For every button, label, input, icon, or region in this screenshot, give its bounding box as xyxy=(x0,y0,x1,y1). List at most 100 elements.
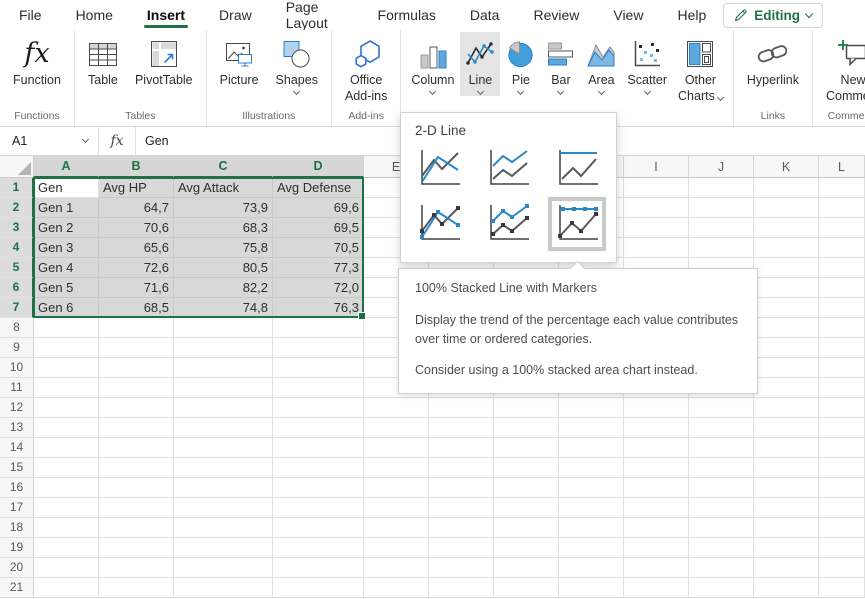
line-chart-button[interactable]: Line xyxy=(460,32,500,96)
cell-G13[interactable] xyxy=(494,418,559,438)
cell-J12[interactable] xyxy=(689,398,754,418)
cell-B4[interactable]: 65,6 xyxy=(99,238,174,258)
cell-C6[interactable]: 82,2 xyxy=(174,278,273,298)
area-chart-button[interactable]: Area xyxy=(581,32,621,96)
cell-D14[interactable] xyxy=(273,438,364,458)
cell-D15[interactable] xyxy=(273,458,364,478)
cell-D6[interactable]: 72,0 xyxy=(273,278,364,298)
cell-E21[interactable] xyxy=(364,578,429,598)
cell-G19[interactable] xyxy=(494,538,559,558)
cell-D4[interactable]: 70,5 xyxy=(273,238,364,258)
cell-J19[interactable] xyxy=(689,538,754,558)
cell-C8[interactable] xyxy=(174,318,273,338)
cell-C12[interactable] xyxy=(174,398,273,418)
cell-K2[interactable] xyxy=(754,198,819,218)
cell-I13[interactable] xyxy=(624,418,689,438)
cell-J1[interactable] xyxy=(689,178,754,198)
100-stacked-line-thumbnail-icon[interactable] xyxy=(553,147,601,191)
cell-H21[interactable] xyxy=(559,578,624,598)
column-header-B[interactable]: B xyxy=(99,156,174,178)
cell-F20[interactable] xyxy=(429,558,494,578)
picture-button[interactable]: Picture xyxy=(212,32,267,91)
cell-L12[interactable] xyxy=(819,398,865,418)
pivottable-button[interactable]: PivotTable xyxy=(127,32,201,91)
cell-D12[interactable] xyxy=(273,398,364,418)
cell-K14[interactable] xyxy=(754,438,819,458)
cell-G20[interactable] xyxy=(494,558,559,578)
cell-C18[interactable] xyxy=(174,518,273,538)
row-header-21[interactable]: 21 xyxy=(0,578,34,598)
cell-B13[interactable] xyxy=(99,418,174,438)
row-header-2[interactable]: 2 xyxy=(0,198,34,218)
name-box[interactable]: A1 xyxy=(0,127,98,155)
column-header-L[interactable]: L xyxy=(819,156,865,178)
row-header-8[interactable]: 8 xyxy=(0,318,34,338)
fill-handle[interactable] xyxy=(358,312,366,320)
cell-J21[interactable] xyxy=(689,578,754,598)
cell-E13[interactable] xyxy=(364,418,429,438)
menu-item-formulas[interactable]: Formulas xyxy=(361,0,453,30)
row-header-10[interactable]: 10 xyxy=(0,358,34,378)
cell-L18[interactable] xyxy=(819,518,865,538)
cell-E16[interactable] xyxy=(364,478,429,498)
menu-item-view[interactable]: View xyxy=(596,0,660,30)
other-charts-button[interactable]: OtherCharts xyxy=(673,32,728,106)
cell-K4[interactable] xyxy=(754,238,819,258)
cell-I19[interactable] xyxy=(624,538,689,558)
cell-I16[interactable] xyxy=(624,478,689,498)
cell-C4[interactable]: 75,8 xyxy=(174,238,273,258)
cell-J17[interactable] xyxy=(689,498,754,518)
cell-E19[interactable] xyxy=(364,538,429,558)
cell-B12[interactable] xyxy=(99,398,174,418)
cell-K11[interactable] xyxy=(754,378,819,398)
cell-K3[interactable] xyxy=(754,218,819,238)
cell-K12[interactable] xyxy=(754,398,819,418)
cell-J18[interactable] xyxy=(689,518,754,538)
cell-K1[interactable] xyxy=(754,178,819,198)
line-thumbnail-icon[interactable] xyxy=(415,147,463,191)
editing-mode-button[interactable]: Editing xyxy=(723,3,823,28)
row-header-6[interactable]: 6 xyxy=(0,278,34,298)
cell-L7[interactable] xyxy=(819,298,865,318)
cell-C13[interactable] xyxy=(174,418,273,438)
cell-C21[interactable] xyxy=(174,578,273,598)
cell-K7[interactable] xyxy=(754,298,819,318)
cell-L21[interactable] xyxy=(819,578,865,598)
cell-A6[interactable]: Gen 5 xyxy=(34,278,99,298)
cell-D10[interactable] xyxy=(273,358,364,378)
cell-B3[interactable]: 70,6 xyxy=(99,218,174,238)
cell-B19[interactable] xyxy=(99,538,174,558)
row-header-5[interactable]: 5 xyxy=(0,258,34,278)
cell-J13[interactable] xyxy=(689,418,754,438)
function-button[interactable]: fx Function xyxy=(5,32,69,91)
cell-L1[interactable] xyxy=(819,178,865,198)
cell-K17[interactable] xyxy=(754,498,819,518)
cell-J16[interactable] xyxy=(689,478,754,498)
cell-A3[interactable]: Gen 2 xyxy=(34,218,99,238)
row-header-16[interactable]: 16 xyxy=(0,478,34,498)
cell-L20[interactable] xyxy=(819,558,865,578)
cell-I12[interactable] xyxy=(624,398,689,418)
row-header-7[interactable]: 7 xyxy=(0,298,34,318)
row-header-19[interactable]: 19 xyxy=(0,538,34,558)
cell-C1[interactable]: Avg Attack xyxy=(174,178,273,198)
cell-A1[interactable]: Gen xyxy=(34,178,99,198)
cell-I18[interactable] xyxy=(624,518,689,538)
cell-K13[interactable] xyxy=(754,418,819,438)
cell-G21[interactable] xyxy=(494,578,559,598)
cell-L14[interactable] xyxy=(819,438,865,458)
cell-A18[interactable] xyxy=(34,518,99,538)
cell-B5[interactable]: 72,6 xyxy=(99,258,174,278)
cell-J4[interactable] xyxy=(689,238,754,258)
cell-K9[interactable] xyxy=(754,338,819,358)
cell-A13[interactable] xyxy=(34,418,99,438)
column-header-K[interactable]: K xyxy=(754,156,819,178)
column-chart-button[interactable]: Column xyxy=(406,32,459,96)
cell-F18[interactable] xyxy=(429,518,494,538)
cell-F16[interactable] xyxy=(429,478,494,498)
cell-B16[interactable] xyxy=(99,478,174,498)
stacked-line-with-markers-thumbnail-icon[interactable] xyxy=(484,202,532,246)
cell-A7[interactable]: Gen 6 xyxy=(34,298,99,318)
cell-D19[interactable] xyxy=(273,538,364,558)
cell-K10[interactable] xyxy=(754,358,819,378)
